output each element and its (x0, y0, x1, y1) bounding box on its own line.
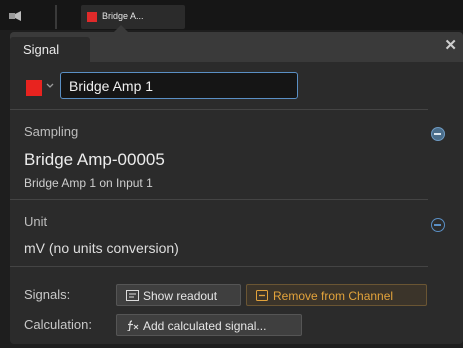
remove-from-channel-button[interactable]: Remove from Channel (246, 284, 427, 306)
unit-options-icon[interactable] (431, 218, 445, 232)
top-toolbar: Bridge A... (0, 0, 463, 30)
sampling-title: Sampling (24, 124, 79, 139)
toolbar-divider (55, 5, 57, 29)
popover-pointer (114, 25, 128, 32)
sampling-options-icon[interactable] (431, 127, 445, 141)
tab-signal[interactable]: Signal (10, 37, 90, 62)
chevron-down-icon (46, 83, 54, 88)
sampling-name: Bridge Amp-00005 (24, 150, 165, 169)
divider (10, 199, 428, 200)
readout-icon (126, 290, 139, 301)
channel-tab[interactable]: Bridge A... (81, 5, 185, 29)
sampling-description: Bridge Amp 1 on Input 1 (24, 176, 153, 190)
color-picker-button[interactable] (26, 78, 58, 96)
color-swatch (26, 80, 42, 96)
show-readout-button[interactable]: Show readout (116, 284, 241, 306)
close-icon[interactable]: ✕ (444, 38, 457, 53)
unit-value: mV (no units conversion) (24, 240, 179, 256)
add-calculated-signal-label: Add calculated signal... (143, 319, 267, 333)
popover-header: Signal ✕ (10, 32, 463, 62)
remove-from-channel-label: Remove from Channel (273, 289, 394, 303)
function-icon (127, 320, 139, 331)
signal-name-input[interactable] (60, 72, 298, 99)
channel-color-swatch (87, 12, 97, 22)
calculation-row-label: Calculation: (24, 317, 92, 332)
signals-row-label: Signals: (24, 287, 71, 302)
scope-icon[interactable] (8, 10, 22, 22)
tab-signal-label: Signal (23, 42, 60, 57)
divider (10, 266, 428, 267)
remove-icon (256, 290, 268, 301)
channel-tab-label: Bridge A... (102, 11, 144, 21)
divider (10, 109, 428, 110)
add-calculated-signal-button[interactable]: Add calculated signal... (116, 314, 302, 336)
unit-title: Unit (24, 214, 48, 229)
signal-popover: Signal ✕ Sampling Bridge Amp-00005 Bridg… (10, 32, 463, 344)
show-readout-label: Show readout (143, 289, 218, 303)
